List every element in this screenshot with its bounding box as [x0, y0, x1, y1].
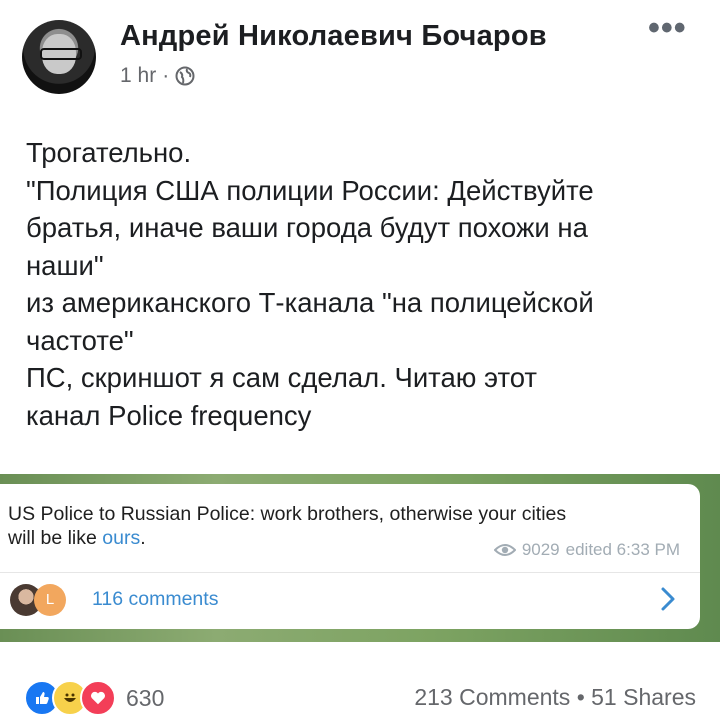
post-line: Трогательно. [26, 137, 192, 168]
reaction-count: 630 [126, 684, 165, 711]
post-line: ПС, скриншот я сам сделал. Читаю этот [26, 362, 538, 393]
edited-time: edited 6:33 PM [565, 540, 680, 559]
post-time[interactable]: 1 hr [120, 64, 156, 88]
post-line: братья, иначе ваши города будут похожи н… [26, 212, 588, 243]
telegram-message-card: US Police to Russian Police: work brothe… [0, 484, 700, 629]
reactions-summary[interactable]: 630 [24, 676, 164, 720]
message-link: ours [102, 527, 141, 549]
post-line: канал Police frequency [26, 399, 312, 431]
post-line: частоте" [26, 324, 134, 356]
message-line: US Police to Russian Police: work brothe… [8, 503, 567, 525]
more-options-button[interactable]: ••• [648, 11, 687, 45]
commenter-avatar: L [34, 584, 66, 616]
meta-separator: · [162, 64, 170, 87]
love-icon [80, 680, 116, 716]
post-meta: 1 hr · [120, 64, 195, 88]
engagement-stats: 213 Comments • 51 Shares [414, 684, 696, 711]
comments-link[interactable]: 213 Comments [414, 684, 570, 710]
attached-screenshot[interactable]: US Police to Russian Police: work brothe… [0, 474, 720, 642]
post-line: из американского Т-канала "на полицейско… [26, 287, 594, 318]
view-count: 9029 [521, 540, 560, 559]
stats-separator: • [576, 684, 585, 710]
post-line: "Полиция США полиции России: Действуйте [26, 174, 594, 206]
shares-link[interactable]: 51 Shares [591, 684, 696, 710]
post-header: Андрей Николаевич Бочаров 1 hr · ••• [0, 0, 720, 110]
avatar-glasses [40, 48, 82, 60]
post-line: наши" [26, 249, 104, 281]
author-name[interactable]: Андрей Николаевич Бочаров [120, 20, 547, 53]
comments-count-label: 116 comments [92, 588, 219, 610]
eye-icon [493, 544, 516, 556]
message-text: . [140, 527, 146, 549]
message-text: will be like [8, 527, 103, 549]
chevron-right-icon [661, 587, 675, 611]
post-body: Трогательно. "Полиция США полиции России… [26, 134, 706, 434]
divider [0, 572, 700, 573]
post-footer: 630 213 Comments • 51 Shares [0, 676, 720, 722]
globe-icon [175, 66, 195, 86]
telegram-comments-row: L 116 comments [0, 574, 700, 628]
avatar[interactable] [22, 20, 96, 94]
telegram-message-meta: 9029 edited 6:33 PM [493, 540, 680, 560]
